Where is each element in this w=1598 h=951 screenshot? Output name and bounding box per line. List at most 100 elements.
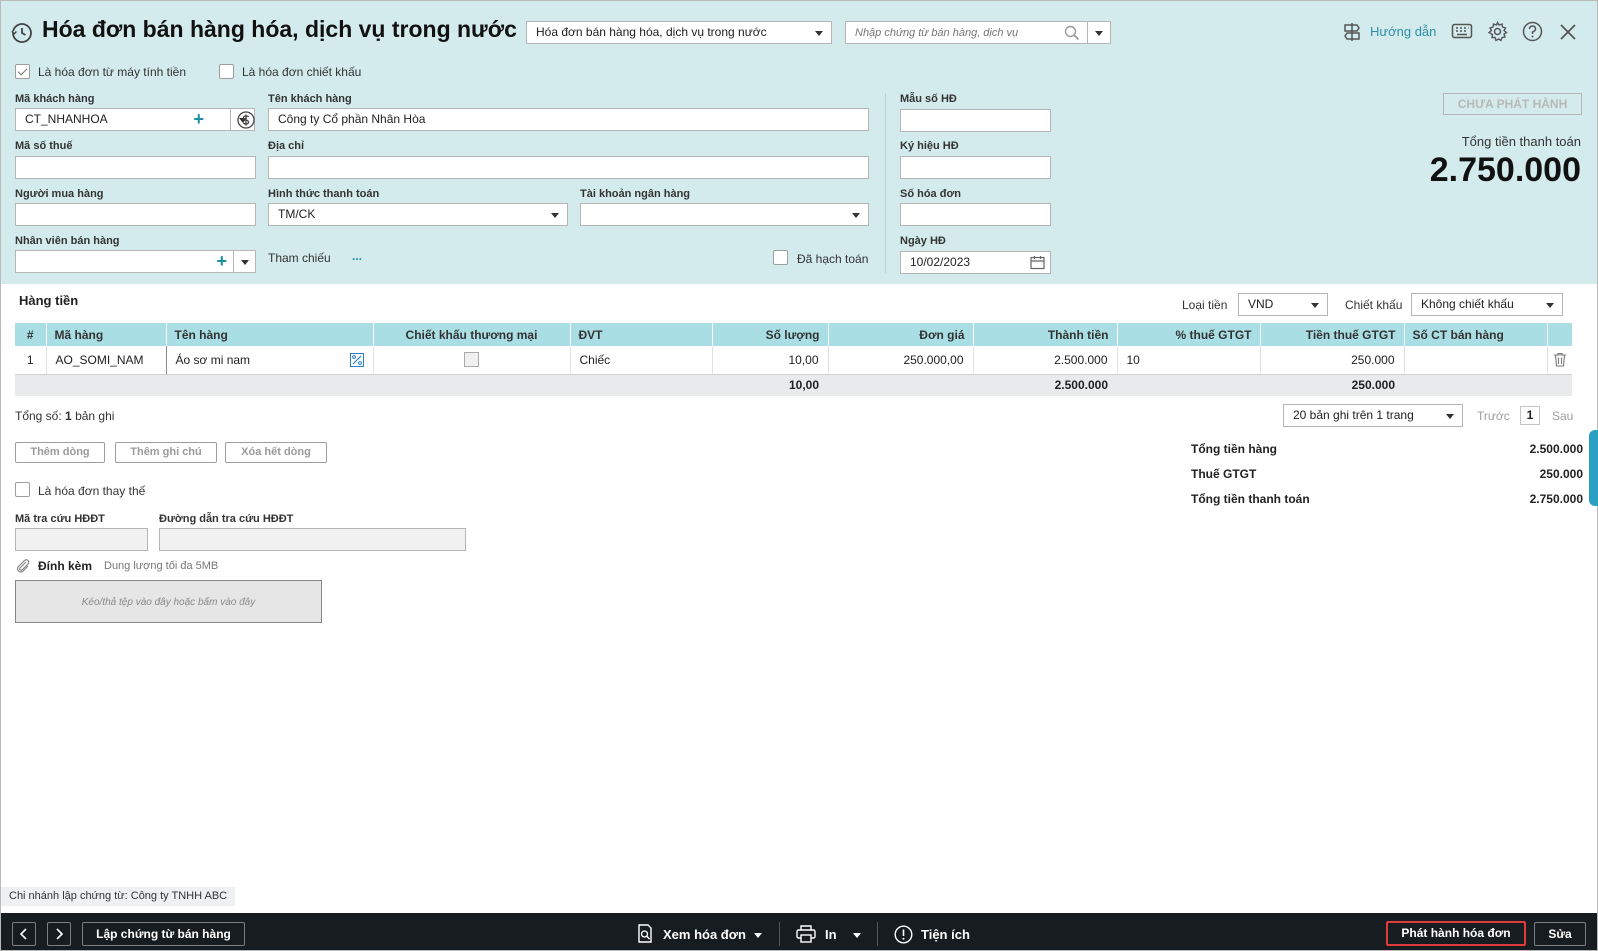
page-size-select[interactable]: 20 bản ghi trên 1 trang	[1283, 404, 1463, 427]
status-badge: CHƯA PHÁT HÀNH	[1443, 93, 1582, 115]
lookup-url-field[interactable]	[159, 528, 466, 551]
side-panel-toggle[interactable]	[1589, 430, 1598, 506]
printer-icon[interactable]	[796, 925, 816, 943]
create-sales-doc-button[interactable]: Lập chứng từ bán hàng	[82, 922, 245, 946]
prev-page-button[interactable]: Trước	[1477, 409, 1510, 423]
chevron-down-icon[interactable]	[241, 260, 249, 265]
address-field[interactable]	[268, 156, 869, 179]
issue-invoice-button[interactable]: Phát hành hóa đơn	[1386, 921, 1526, 946]
page-number[interactable]: 1	[1520, 406, 1540, 425]
invoice-type-select[interactable]: Hóa đơn bán hàng hóa, dịch vụ trong nước	[526, 21, 832, 44]
footer-divider	[877, 922, 878, 946]
info-icon[interactable]	[894, 925, 913, 944]
payment-method-select[interactable]: TM/CK	[268, 203, 568, 226]
prev-record-button[interactable]	[12, 922, 36, 946]
trash-icon[interactable]	[1553, 352, 1567, 367]
calendar-icon[interactable]	[1030, 255, 1045, 270]
cell-price[interactable]: 250.000,00	[828, 346, 974, 375]
add-note-button[interactable]: Thêm ghi chú	[115, 442, 217, 463]
symbol-label: Ký hiệu HĐ	[900, 140, 959, 152]
column-header-amount[interactable]: Thành tiền	[973, 323, 1118, 346]
record-count-value: 1	[65, 409, 72, 423]
chevron-right-icon	[56, 928, 64, 940]
posted-checkbox[interactable]	[773, 250, 788, 265]
invoice-date-field[interactable]: 10/02/2023	[900, 251, 1051, 274]
discount-invoice-checkbox[interactable]	[219, 64, 234, 79]
print-button[interactable]: In	[825, 927, 837, 942]
cell-vat[interactable]: 250.000	[1260, 346, 1405, 375]
cell-trade-discount[interactable]	[373, 346, 571, 375]
symbol-field[interactable]	[900, 156, 1051, 179]
summary-vat-label: Thuế GTGT	[1191, 467, 1257, 481]
search-input[interactable]	[846, 22, 1066, 43]
cell-vat-rate[interactable]: 10	[1117, 346, 1261, 375]
guide-link[interactable]: Hướng dẫn	[1370, 24, 1436, 39]
help-icon[interactable]	[1522, 21, 1543, 42]
column-header-code[interactable]: Mã hàng	[46, 323, 167, 346]
search-icon[interactable]	[1064, 25, 1080, 41]
bank-account-select[interactable]	[580, 203, 869, 226]
column-header-trade-discount[interactable]: Chiết khấu thương mại	[373, 323, 571, 346]
column-header-qty[interactable]: Số lượng	[712, 323, 829, 346]
cell-unit[interactable]: Chiếc	[570, 346, 713, 375]
cell-amount[interactable]: 2.500.000	[973, 346, 1118, 375]
chevron-down-icon[interactable]	[853, 933, 861, 938]
view-invoice-icon[interactable]	[636, 924, 654, 944]
cell-code[interactable]: AO_SOMI_NAM	[46, 346, 167, 375]
lookup-code-field[interactable]	[15, 528, 148, 551]
salesperson-field[interactable]: +	[15, 250, 256, 273]
cash-register-checkbox[interactable]	[15, 64, 30, 79]
invoice-number-field[interactable]	[900, 203, 1051, 226]
column-header-vat[interactable]: Tiền thuế GTGT	[1260, 323, 1405, 346]
template-field[interactable]	[900, 109, 1051, 132]
cell-sales-doc[interactable]	[1404, 346, 1548, 375]
customer-name-field[interactable]: Công ty Cổ phần Nhân Hòa	[268, 108, 869, 131]
currency-select[interactable]: VND	[1238, 293, 1328, 316]
chevron-down-icon[interactable]	[754, 933, 762, 938]
column-header-unit[interactable]: ĐVT	[570, 323, 713, 346]
search-field[interactable]	[845, 21, 1111, 44]
total-cell	[15, 374, 46, 396]
column-header-name[interactable]: Tên hàng	[166, 323, 374, 346]
utilities-button[interactable]: Tiện ích	[921, 927, 970, 942]
tax-code-field[interactable]	[15, 156, 256, 179]
total-cell	[373, 374, 570, 396]
guide-icon[interactable]	[1342, 22, 1362, 42]
cell-qty[interactable]: 10,00	[712, 346, 829, 375]
discount-select[interactable]: Không chiết khấu	[1411, 293, 1563, 316]
add-icon[interactable]: +	[216, 251, 227, 271]
table-row[interactable]: 1 AO_SOMI_NAM Áo sơ mi nam Chiếc 10,00 2…	[15, 346, 1572, 375]
currency-icon[interactable]	[237, 111, 255, 129]
customer-code-field[interactable]: CT_NHANHOA +	[15, 108, 255, 131]
discount-percent-icon[interactable]	[349, 353, 364, 367]
total-payment-caption: Tổng tiền thanh toán	[1461, 134, 1581, 149]
chevron-down-icon	[1446, 414, 1454, 419]
attach-hint: Dung lượng tối đa 5MB	[104, 560, 219, 572]
column-header-vat-rate[interactable]: % thuế GTGT	[1117, 323, 1261, 346]
delete-all-rows-button[interactable]: Xóa hết dòng	[225, 442, 327, 463]
close-icon[interactable]	[1559, 23, 1577, 41]
column-header-sales-doc[interactable]: Số CT bán hàng	[1404, 323, 1548, 346]
edit-button[interactable]: Sửa	[1534, 922, 1586, 946]
add-icon[interactable]: +	[193, 109, 204, 129]
history-icon[interactable]	[11, 22, 33, 44]
attach-label[interactable]: Đính kèm	[38, 559, 92, 573]
cell-name[interactable]: Áo sơ mi nam	[166, 346, 374, 375]
replacement-checkbox[interactable]	[15, 482, 30, 497]
record-count-suffix: bản ghi	[75, 409, 115, 423]
branch-info: Chi nhánh lập chứng từ: Công ty TNHH ABC	[1, 887, 236, 906]
chevron-down-icon[interactable]	[1095, 31, 1103, 36]
next-record-button[interactable]	[47, 922, 71, 946]
gear-icon[interactable]	[1487, 21, 1508, 42]
reference-more-link[interactable]: ...	[352, 249, 362, 263]
table-total-row: 10,00 2.500.000 250.000	[15, 374, 1572, 396]
next-page-button[interactable]: Sau	[1552, 409, 1573, 423]
view-invoice-button[interactable]: Xem hóa đơn	[663, 927, 746, 942]
keyboard-icon[interactable]	[1451, 22, 1473, 40]
total-vat: 250.000	[1260, 374, 1404, 396]
add-row-button[interactable]: Thêm dòng	[15, 442, 105, 463]
buyer-field[interactable]	[15, 203, 256, 226]
column-header-price[interactable]: Đơn giá	[828, 323, 974, 346]
trade-discount-checkbox[interactable]	[464, 352, 479, 368]
file-drop-zone[interactable]: Kéo/thả tệp vào đây hoặc bấm vào đây	[15, 580, 322, 623]
